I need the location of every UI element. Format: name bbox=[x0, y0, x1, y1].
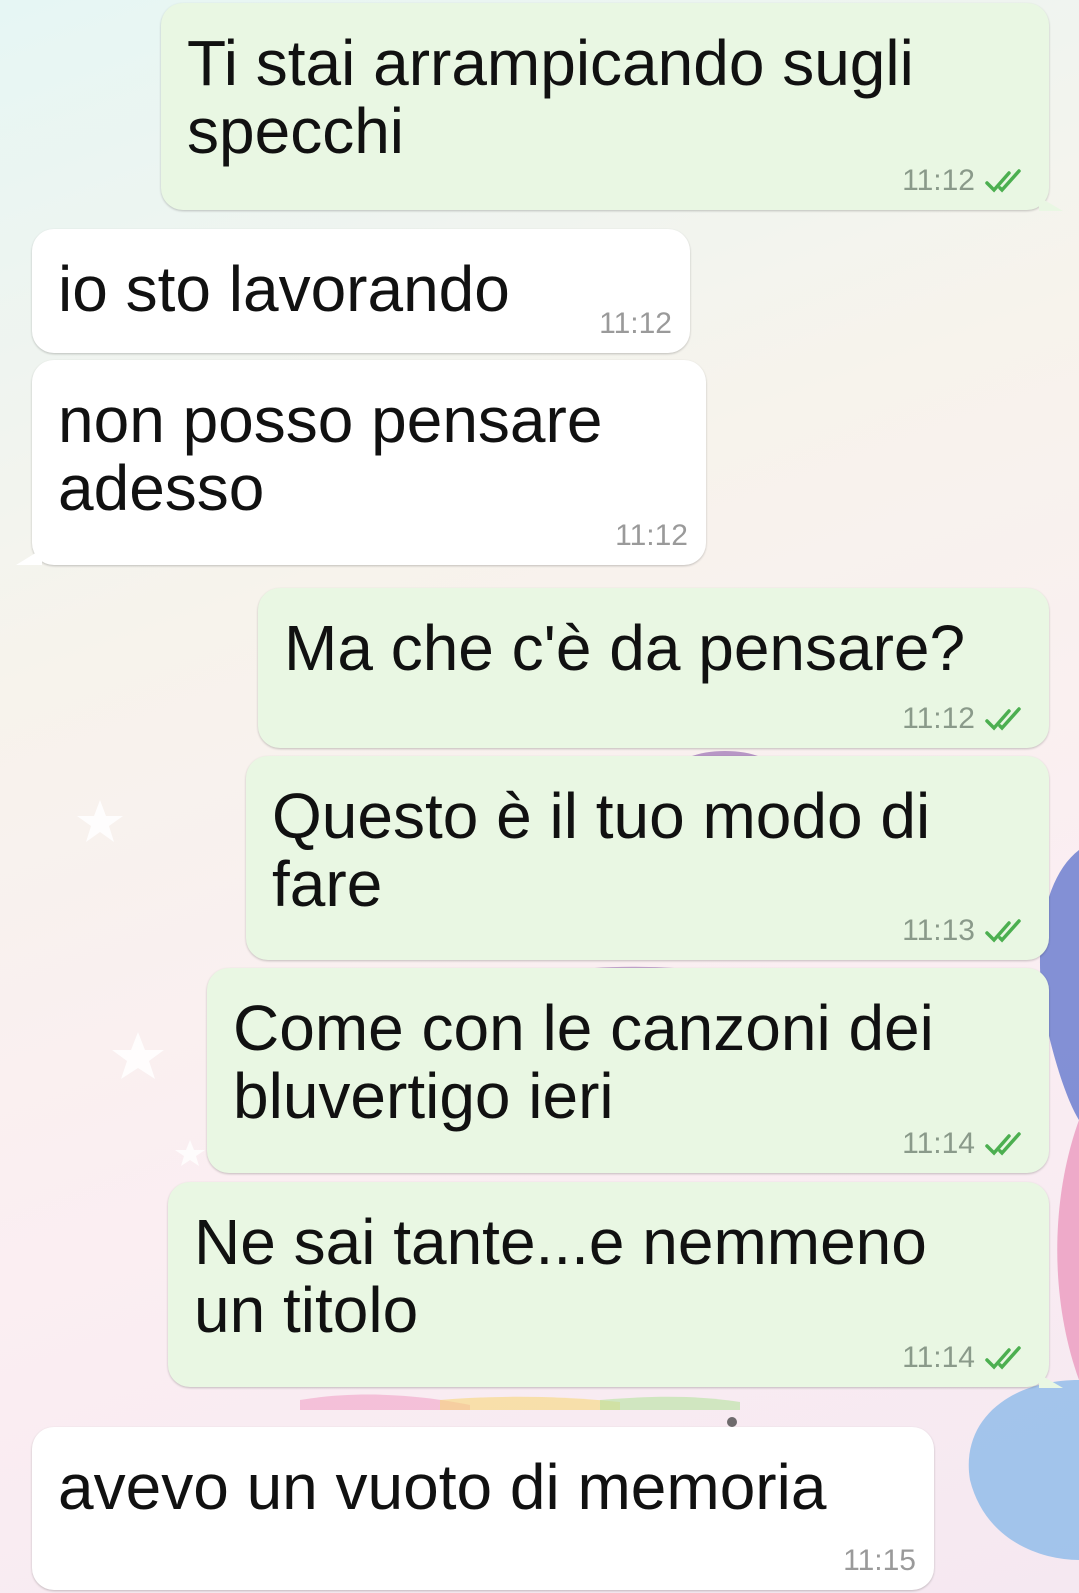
message-time: 11:15 bbox=[843, 1544, 916, 1577]
message-text: Come con le canzoni dei bluvertigo ieri bbox=[233, 992, 934, 1132]
message-meta: 11:12 bbox=[615, 519, 688, 553]
conversation: Ti stai arrampicando sugli specchi 11:12… bbox=[0, 0, 1079, 1593]
double-check-icon bbox=[985, 169, 1021, 193]
double-check-icon bbox=[985, 707, 1021, 731]
message-bubble-outgoing[interactable]: Ma che c'è da pensare? 11:12 bbox=[258, 588, 1049, 748]
message-time: 11:14 bbox=[902, 1127, 975, 1160]
double-check-icon bbox=[985, 1132, 1021, 1156]
message-meta: 11:14 bbox=[902, 1341, 1031, 1375]
message-text: Ti stai arrampicando sugli specchi bbox=[187, 27, 914, 167]
message-meta: 11:12 bbox=[599, 307, 672, 341]
message-text: Ne sai tante...e nemmeno un titolo bbox=[194, 1206, 927, 1346]
bubble-tail bbox=[1039, 197, 1063, 211]
message-meta: 11:15 bbox=[843, 1544, 916, 1578]
bubble-tail bbox=[16, 549, 42, 565]
message-time: 11:12 bbox=[615, 519, 688, 552]
message-time: 11:14 bbox=[902, 1341, 975, 1374]
message-meta: 11:13 bbox=[902, 914, 1031, 948]
message-text: io sto lavorando bbox=[58, 253, 510, 325]
message-text: Questo è il tuo modo di fare bbox=[272, 780, 931, 920]
message-meta: 11:12 bbox=[902, 702, 1031, 736]
message-time: 11:12 bbox=[902, 702, 975, 735]
message-bubble-outgoing[interactable]: Ti stai arrampicando sugli specchi 11:12 bbox=[161, 3, 1063, 211]
bubble-tail bbox=[1039, 1374, 1063, 1388]
message-time: 11:13 bbox=[902, 914, 975, 947]
message-bubble-outgoing[interactable]: Ne sai tante...e nemmeno un titolo 11:14 bbox=[168, 1182, 1063, 1388]
message-bubble-incoming[interactable]: io sto lavorando 11:12 bbox=[32, 229, 690, 353]
message-text: non posso pensare adesso bbox=[58, 384, 603, 524]
message-bubble-outgoing[interactable]: Come con le canzoni dei bluvertigo ieri … bbox=[207, 968, 1049, 1173]
message-meta: 11:12 bbox=[902, 164, 1031, 198]
message-text: avevo un vuoto di memoria bbox=[58, 1451, 827, 1523]
message-bubble-incoming[interactable]: non posso pensare adesso 11:12 bbox=[16, 360, 706, 565]
double-check-icon bbox=[985, 919, 1021, 943]
message-bubble-outgoing[interactable]: Questo è il tuo modo di fare 11:13 bbox=[246, 756, 1049, 960]
message-time: 11:12 bbox=[902, 164, 975, 197]
message-text: Ma che c'è da pensare? bbox=[284, 612, 966, 684]
double-check-icon bbox=[985, 1346, 1021, 1370]
message-time: 11:12 bbox=[599, 307, 672, 340]
message-meta: 11:14 bbox=[902, 1127, 1031, 1161]
message-bubble-incoming[interactable]: avevo un vuoto di memoria 11:15 bbox=[32, 1427, 934, 1590]
